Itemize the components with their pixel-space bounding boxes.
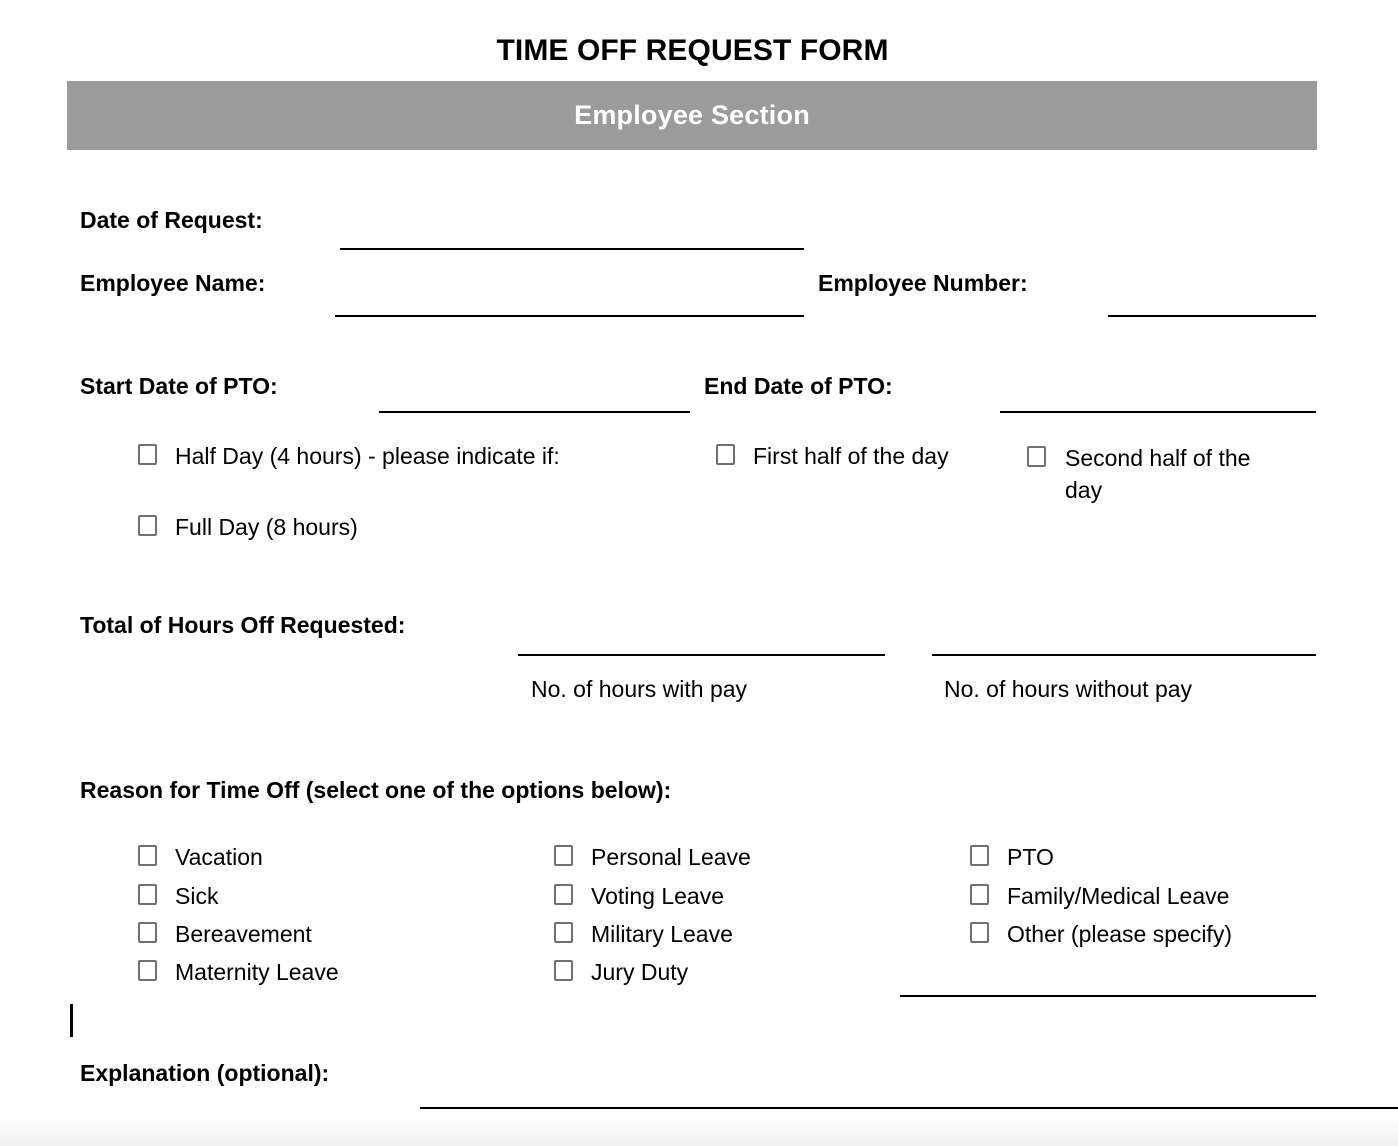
checkbox-full-day-label: Full Day (8 hours) [175, 514, 358, 540]
checkbox-sick[interactable] [138, 884, 157, 905]
checkbox-sick-label: Sick [175, 883, 219, 909]
checkbox-jury-duty-label: Jury Duty [591, 959, 689, 985]
checkbox-voting-leave-label: Voting Leave [591, 883, 725, 909]
text-cursor-caret [70, 1004, 73, 1037]
checkbox-other-please-specify[interactable] [970, 922, 989, 943]
checkbox-first-half-of-day-label: First half of the day [753, 443, 949, 469]
checkbox-bereavement[interactable] [138, 922, 157, 943]
reason-for-time-off-heading: Reason for Time Off (select one of the o… [80, 777, 672, 803]
date-of-request-label: Date of Request: [80, 207, 263, 233]
checkbox-bereavement-label: Bereavement [175, 921, 312, 947]
checkbox-other-please-specify-label: Other (please specify) [1007, 921, 1232, 947]
hours-with-pay-caption: No. of hours with pay [531, 676, 748, 702]
checkbox-second-half-of-day-label: Second half of the day [1065, 445, 1251, 503]
end-date-of-pto-input[interactable] [1000, 411, 1316, 413]
checkbox-maternity-leave-label: Maternity Leave [175, 959, 339, 985]
employee-number-input[interactable] [1108, 315, 1316, 317]
page-bottom-fade [0, 1112, 1398, 1146]
checkbox-military-leave-label: Military Leave [591, 921, 733, 947]
checkbox-maternity-leave[interactable] [138, 960, 157, 981]
employee-name-input[interactable] [335, 315, 804, 317]
checkbox-vacation-label: Vacation [175, 844, 263, 870]
total-hours-off-requested-label: Total of Hours Off Requested: [80, 612, 406, 638]
start-date-of-pto-input[interactable] [379, 411, 690, 413]
checkbox-vacation[interactable] [138, 845, 157, 866]
employee-name-label: Employee Name: [80, 270, 266, 296]
form-page: TIME OFF REQUEST FORM Employee Section D… [0, 0, 1398, 1146]
checkbox-pto[interactable] [970, 845, 989, 866]
checkbox-family-medical-leave-label: Family/Medical Leave [1007, 883, 1230, 909]
employee-number-label: Employee Number: [818, 270, 1028, 296]
page-title: TIME OFF REQUEST FORM [496, 34, 889, 67]
checkbox-voting-leave[interactable] [554, 884, 573, 905]
checkbox-full-day[interactable] [138, 515, 157, 536]
checkbox-pto-label: PTO [1007, 844, 1054, 870]
employee-section-header: Employee Section [67, 81, 1317, 150]
hours-without-pay-caption: No. of hours without pay [944, 676, 1193, 702]
other-specify-input[interactable] [900, 995, 1316, 997]
hours-without-pay-input[interactable] [932, 654, 1316, 656]
hours-with-pay-input[interactable] [518, 654, 885, 656]
checkbox-personal-leave[interactable] [554, 845, 573, 866]
explanation-input[interactable] [420, 1107, 1398, 1109]
checkbox-jury-duty[interactable] [554, 960, 573, 981]
explanation-label: Explanation (optional): [80, 1060, 330, 1086]
checkbox-military-leave[interactable] [554, 922, 573, 943]
checkbox-first-half-of-day[interactable] [716, 444, 735, 465]
checkbox-family-medical-leave[interactable] [970, 884, 989, 905]
checkbox-second-half-of-day[interactable] [1027, 446, 1046, 467]
checkbox-personal-leave-label: Personal Leave [591, 844, 751, 870]
end-date-of-pto-label: End Date of PTO: [704, 373, 893, 399]
checkbox-half-day-label: Half Day (4 hours) - please indicate if: [175, 443, 560, 469]
date-of-request-input[interactable] [340, 248, 804, 250]
checkbox-half-day[interactable] [138, 444, 157, 465]
employee-section-header-label: Employee Section [574, 100, 810, 130]
start-date-of-pto-label: Start Date of PTO: [80, 373, 278, 399]
